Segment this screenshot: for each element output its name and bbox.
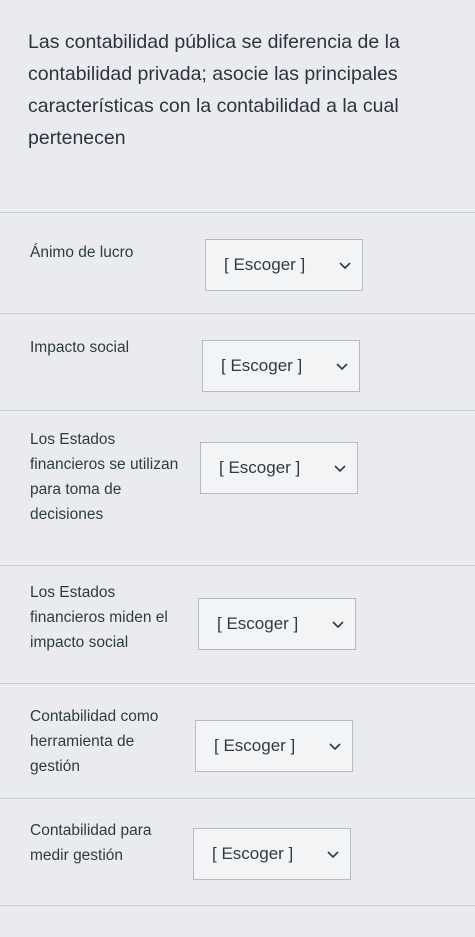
match-label-estados-financieros-decisiones: Los Estados financieros se utilizan para…: [30, 431, 179, 523]
match-select-estados-financieros-impacto[interactable]: [ Escoger ]: [198, 598, 356, 650]
select-value: [ Escoger ]: [217, 614, 299, 633]
match-select-contabilidad-medir-gestion[interactable]: [ Escoger ]: [193, 828, 351, 880]
divider: [0, 313, 475, 314]
match-label-animo-de-lucro: Ánimo de lucro: [30, 244, 134, 261]
match-select-animo-de-lucro[interactable]: [ Escoger ]: [205, 239, 363, 291]
divider: [0, 905, 475, 906]
divider: [0, 410, 475, 411]
match-select-impacto-social[interactable]: [ Escoger ]: [202, 340, 360, 392]
chevron-down-icon: [332, 621, 344, 629]
chevron-down-icon: [334, 465, 346, 473]
chevron-down-icon: [339, 262, 351, 270]
select-value: [ Escoger ]: [219, 458, 301, 477]
divider: [0, 565, 475, 566]
match-label-contabilidad-herramienta: Contabilidad como herramienta de gestión: [30, 708, 159, 775]
divider: [0, 798, 475, 799]
chevron-down-icon: [327, 851, 339, 859]
divider: [0, 683, 475, 684]
match-label-estados-financieros-impacto: Los Estados financieros miden el impacto…: [30, 584, 168, 651]
select-value: [ Escoger ]: [212, 844, 294, 863]
question-text: Las contabilidad pública se diferencia d…: [28, 31, 400, 149]
divider: [0, 212, 475, 213]
match-label-contabilidad-medir-gestion: Contabilidad para medir gestión: [30, 822, 152, 864]
match-select-contabilidad-herramienta[interactable]: [ Escoger ]: [195, 720, 353, 772]
select-value: [ Escoger ]: [214, 736, 296, 755]
match-label-impacto-social: Impacto social: [30, 339, 130, 356]
chevron-down-icon: [336, 363, 348, 371]
select-value: [ Escoger ]: [224, 255, 306, 274]
chevron-down-icon: [329, 743, 341, 751]
select-value: [ Escoger ]: [221, 356, 303, 375]
match-select-estados-financieros-decisiones[interactable]: [ Escoger ]: [200, 442, 358, 494]
